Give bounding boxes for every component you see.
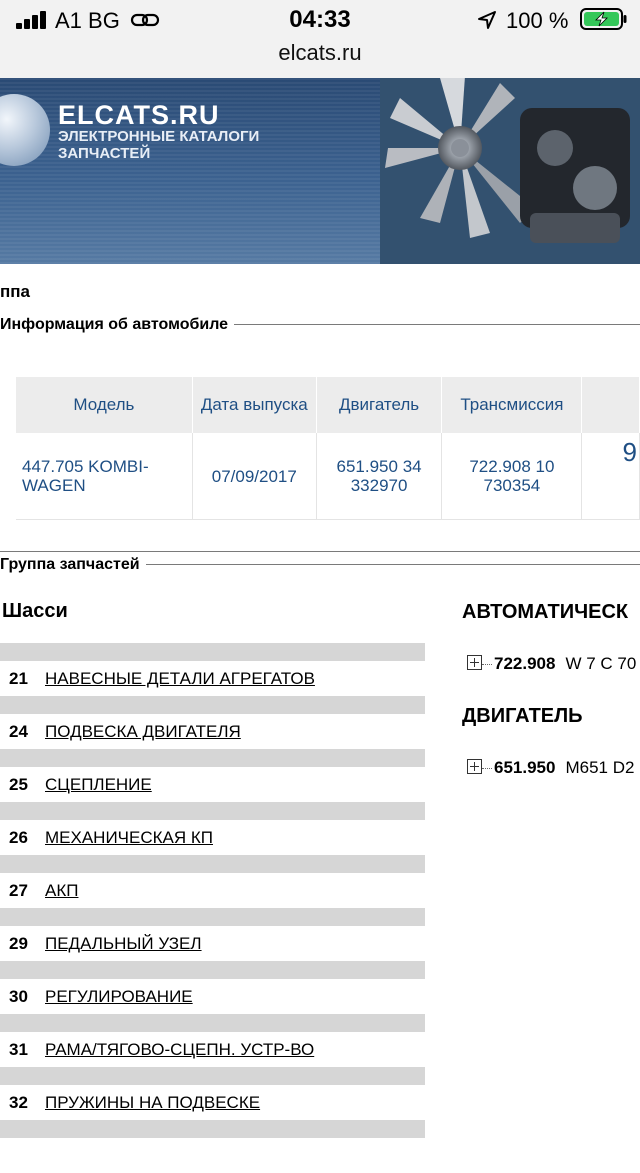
cell-model: 447.705 KOMBI-WAGEN	[16, 433, 193, 520]
part-link[interactable]: ПЕДАЛЬНЫЙ УЗЕЛ	[45, 934, 202, 954]
header-model: Модель	[16, 377, 193, 433]
list-item: 27 АКП	[0, 855, 425, 908]
part-link[interactable]: АКП	[45, 881, 78, 901]
automatic-desc: W 7 C 70	[565, 654, 637, 673]
address-bar-url[interactable]: elcats.ru	[0, 40, 640, 66]
part-number: 30	[9, 987, 28, 1006]
list-item: 26 МЕХАНИЧЕСКАЯ КП	[0, 802, 425, 855]
parts-list: 21 НАВЕСНЫЕ ДЕТАЛИ АГРЕГАТОВ 24 ПОДВЕСКА…	[0, 643, 425, 1173]
site-logo[interactable]: ELCATS.RU	[58, 100, 220, 131]
engine-desc: M651 D2	[565, 758, 635, 777]
parts-group-legend: Группа запчастей	[0, 556, 146, 574]
list-item: 29 ПЕДАЛЬНЫЙ УЗЕЛ	[0, 908, 425, 961]
part-number: 31	[9, 1040, 28, 1059]
list-item: 25 СЦЕПЛЕНИЕ	[0, 749, 425, 802]
part-number: 26	[9, 828, 28, 847]
engine-code[interactable]: 651.950	[494, 758, 555, 777]
expand-icon[interactable]	[467, 759, 482, 774]
car-info-table: Модель Дата выпуска Двигатель Трансмисси…	[16, 377, 640, 520]
cell-transmission: 722.908 10 730354	[441, 433, 583, 520]
breadcrumb: ппа	[0, 282, 30, 301]
part-number: 27	[9, 881, 28, 900]
part-number: 25	[9, 775, 28, 794]
automatic-heading: АВТОМАТИЧЕСК	[462, 601, 629, 623]
list-item: 30 РЕГУЛИРОВАНИЕ	[0, 961, 425, 1014]
part-link[interactable]: ПРУЖИНЫ НА ПОДВЕСКЕ	[45, 1093, 260, 1113]
chassis-heading: Шасси	[2, 600, 68, 622]
automatic-tree-node[interactable]: 722.908 W 7 C 70	[467, 654, 636, 674]
expand-icon[interactable]	[467, 655, 482, 670]
car-info-legend: Информация об автомобиле	[0, 316, 235, 334]
status-bar: A1 BG 04:33 100 % elcats.ru	[0, 0, 640, 78]
engine-heading: ДВИГАТЕЛЬ	[462, 705, 583, 727]
engine-image	[380, 78, 640, 264]
cell-date: 07/09/2017	[192, 433, 317, 520]
battery-charging-icon	[580, 8, 627, 30]
header-date: Дата выпуска	[192, 377, 317, 433]
cell-engine: 651.950 34 332970	[316, 433, 443, 520]
part-link[interactable]: РЕГУЛИРОВАНИЕ	[45, 987, 193, 1007]
battery-percent: 100 %	[506, 8, 569, 33]
parts-top-rule	[0, 551, 640, 552]
part-link[interactable]: ПОДВЕСКА ДВИГАТЕЛЯ	[45, 722, 241, 742]
header-engine: Двигатель	[316, 377, 443, 433]
list-item: 24 ПОДВЕСКА ДВИГАТЕЛЯ	[0, 696, 425, 749]
table-header-row: Модель Дата выпуска Двигатель Трансмисси…	[16, 377, 640, 433]
header-extra	[581, 377, 640, 433]
part-number: 29	[9, 934, 28, 953]
list-item	[0, 1120, 425, 1173]
list-item: 32 ПРУЖИНЫ НА ПОДВЕСКЕ	[0, 1067, 425, 1120]
engine-tree-node[interactable]: 651.950 M651 D2	[467, 758, 634, 778]
site-subtitle: ЭЛЕКТРОННЫЕ КАТАЛОГИ ЗАПЧАСТЕЙ	[58, 128, 260, 162]
part-number: 21	[9, 669, 28, 688]
list-item: 31 РАМА/ТЯГОВО-СЦЕПН. УСТР-ВО	[0, 1014, 425, 1067]
part-number: 32	[9, 1093, 28, 1112]
part-link[interactable]: МЕХАНИЧЕСКАЯ КП	[45, 828, 213, 848]
cell-extra: 9	[581, 433, 640, 520]
list-item: 21 НАВЕСНЫЕ ДЕТАЛИ АГРЕГАТОВ	[0, 643, 425, 696]
automatic-code[interactable]: 722.908	[494, 654, 555, 673]
part-number: 24	[9, 722, 28, 741]
table-row: 447.705 KOMBI-WAGEN 07/09/2017 651.950 3…	[16, 433, 640, 520]
part-link[interactable]: РАМА/ТЯГОВО-СЦЕПН. УСТР-ВО	[45, 1040, 314, 1060]
header-transmission: Трансмиссия	[441, 377, 583, 433]
part-link[interactable]: СЦЕПЛЕНИЕ	[45, 775, 152, 795]
site-banner[interactable]: ELCATS.RU ЭЛЕКТРОННЫЕ КАТАЛОГИ ЗАПЧАСТЕЙ	[0, 78, 640, 264]
location-arrow-icon	[478, 11, 496, 29]
part-link[interactable]: НАВЕСНЫЕ ДЕТАЛИ АГРЕГАТОВ	[45, 669, 315, 689]
